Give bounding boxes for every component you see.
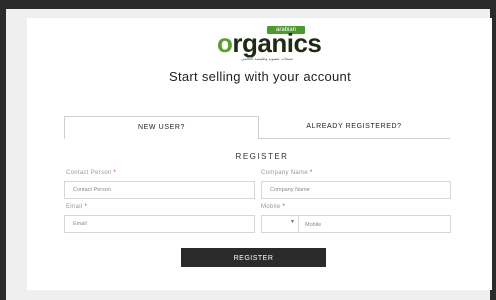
mobile-input[interactable] [299,216,457,234]
company-name-input[interactable] [261,181,451,199]
register-section-title: REGISTER [235,152,289,161]
register-button[interactable]: REGISTER [181,248,326,267]
contact-person-input[interactable] [64,181,255,199]
contact-person-label: Contact Person * [66,170,117,176]
tab-new-user[interactable]: NEW USER? [64,116,259,139]
company-name-label: Company Name * [261,170,313,176]
tab-already-registered[interactable]: ALREADY REGISTERED? [258,116,450,139]
organics-logo[interactable]: arabian organics منتجات عضوية وطبيعية ال… [214,26,322,62]
email-label: Email * [66,204,88,210]
logo-arabic-caption: منتجات عضوية وطبيعية العالمي [241,56,293,61]
logo-wordmark: organics [217,28,322,58]
country-code-select[interactable]: ▼ [262,216,299,232]
chevron-down-icon: ▼ [290,219,295,225]
page-headline: Start selling with your account [169,69,351,84]
mobile-field: ▼ [261,215,457,234]
window-frame-top [0,0,496,9]
email-input[interactable] [64,215,255,233]
window-frame-left [0,0,6,300]
mobile-label: Mobile * [261,204,286,210]
